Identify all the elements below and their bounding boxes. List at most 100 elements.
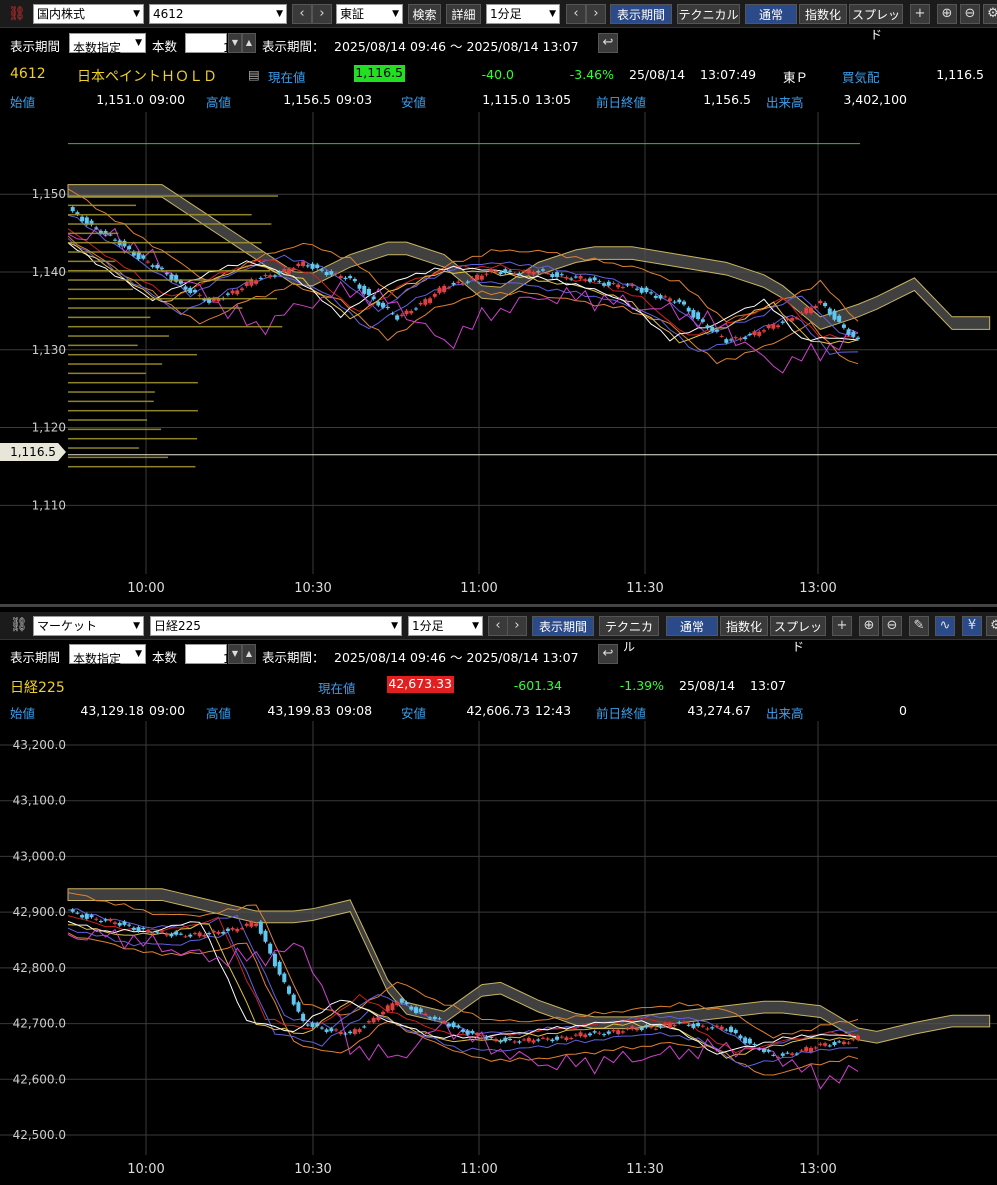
candle-body xyxy=(428,298,433,303)
mode-normal-button[interactable]: 通常 xyxy=(745,4,797,24)
candle-body xyxy=(714,329,719,332)
mode-index-button[interactable]: 指数化 xyxy=(799,4,847,24)
current-price-tag: 1,116.5 xyxy=(0,443,66,461)
candle-body xyxy=(160,267,165,269)
candle-body xyxy=(178,933,183,935)
top-chart[interactable]: 1,150 1,140 1,130 1,120 1,110 10:00 10:30 11:00… xyxy=(0,112,997,604)
candle-body xyxy=(475,1033,480,1036)
pencil-icon[interactable]: ✎ xyxy=(909,616,929,636)
bottom-pane: ⛓ マーケット ▼ 日経225 ▼ 1分足 ▼ ‹ › 表示期間 テクニカル 通常 指… xyxy=(0,604,997,1185)
bollinger-upper-line xyxy=(67,892,859,1039)
y-tick-label: 42,800.0 xyxy=(13,961,66,975)
count-up-icon[interactable]: ▲ xyxy=(242,644,256,664)
zoom-out-icon[interactable]: ⊖ xyxy=(882,616,902,636)
volume-profile-bar xyxy=(68,447,139,449)
next-period-button[interactable]: › xyxy=(507,616,527,636)
prev-period-button[interactable]: ‹ xyxy=(488,616,508,636)
mode-index-button[interactable]: 指数化 xyxy=(720,616,768,636)
candle-body xyxy=(296,263,301,266)
candle-body xyxy=(188,287,193,293)
candle-body xyxy=(446,1023,451,1027)
candle-body xyxy=(677,1022,682,1024)
link-icon[interactable]: ⛓ xyxy=(10,617,28,633)
next-arrow-button[interactable]: › xyxy=(312,4,332,24)
volume-profile-bar xyxy=(68,400,154,403)
count-input[interactable]: 168 xyxy=(185,644,246,666)
candle-body xyxy=(244,923,249,926)
zoom-in-icon[interactable]: ⊕ xyxy=(859,616,879,636)
prev-arrow-button[interactable]: ‹ xyxy=(292,4,312,24)
y-tick-label: 43,100.0 xyxy=(13,794,66,808)
candle-body xyxy=(188,934,193,937)
detail-button[interactable]: 詳細 xyxy=(446,4,481,24)
link-icon[interactable]: ⛓ xyxy=(8,6,26,22)
high-time: 09:03 xyxy=(336,92,373,107)
y-tick-label: 42,700.0 xyxy=(13,1017,66,1031)
market-select[interactable]: 国内株式 ▼ xyxy=(33,4,144,24)
candle-body xyxy=(682,1021,687,1023)
count-down-icon[interactable]: ▼ xyxy=(228,33,242,53)
candle-body xyxy=(672,301,677,303)
index-select[interactable]: 日経225 ▼ xyxy=(150,616,402,636)
candle-body xyxy=(305,1024,310,1026)
memo-icon[interactable]: ▤ xyxy=(248,67,260,82)
count-down-icon[interactable]: ▼ xyxy=(228,644,242,664)
next-period-button[interactable]: › xyxy=(586,4,606,24)
count-input[interactable]: 168 xyxy=(185,33,246,55)
candle-body xyxy=(319,1027,324,1029)
quote-date: 25/08/14 xyxy=(629,67,686,82)
candle-body xyxy=(832,1041,837,1045)
settings-icon[interactable]: ⚙ xyxy=(986,616,997,636)
add-icon[interactable]: + xyxy=(910,4,930,24)
reset-icon[interactable]: ↩ xyxy=(598,644,618,664)
settings-icon[interactable]: ⚙ xyxy=(983,4,997,24)
technical-button[interactable]: テクニカル xyxy=(599,616,659,654)
candle-body xyxy=(329,1028,334,1032)
candle-body xyxy=(381,302,386,308)
range-value: 2025/08/14 09:46 〜 2025/08/14 13:07 xyxy=(334,39,579,54)
candle-body xyxy=(649,292,654,294)
zoom-out-icon[interactable]: ⊖ xyxy=(960,4,980,24)
mode-normal-button[interactable]: 通常 xyxy=(666,616,718,636)
candle-body xyxy=(851,331,856,337)
current-value: 42,673.33 xyxy=(387,676,454,693)
interval-select[interactable]: 1分足 ▼ xyxy=(486,4,560,24)
zoom-in-icon[interactable]: ⊕ xyxy=(937,4,957,24)
mode-spread-button[interactable]: スプレッド xyxy=(849,4,903,42)
low-label: 安値 xyxy=(401,95,427,110)
technical-button[interactable]: テクニカル xyxy=(677,4,740,24)
candle-body xyxy=(409,1006,414,1010)
period-mode-select[interactable]: 本数指定 ▼ xyxy=(69,33,146,55)
volume-profile-bar xyxy=(68,363,163,365)
candle-body xyxy=(639,287,644,293)
high-value: 1,156.5 xyxy=(283,92,331,107)
candle-body xyxy=(545,1038,550,1040)
display-period-button[interactable]: 表示期間 xyxy=(532,616,594,636)
code-input[interactable]: 4612 ▼ xyxy=(149,4,287,24)
period-mode-select[interactable]: 本数指定 ▼ xyxy=(69,644,146,666)
y-tick-label: 42,600.0 xyxy=(13,1072,66,1086)
exchange-select[interactable]: 東証 ▼ xyxy=(336,4,403,24)
reset-icon[interactable]: ↩ xyxy=(598,33,618,53)
interval-select[interactable]: 1分足 ▼ xyxy=(408,616,483,636)
candle-body xyxy=(517,273,522,275)
yen-icon[interactable]: ¥ xyxy=(962,616,982,636)
line-chart-icon[interactable]: ∿ xyxy=(935,616,955,636)
search-button[interactable]: 検索 xyxy=(408,4,441,24)
candle-body xyxy=(757,1048,762,1050)
prev-period-button[interactable]: ‹ xyxy=(566,4,586,24)
candle-body xyxy=(498,1040,503,1043)
candle-body xyxy=(272,953,277,967)
count-up-icon[interactable]: ▲ xyxy=(242,33,256,53)
top-pane: ⛓ 国内株式 ▼ 4612 ▼ ‹ › 東証 ▼ 検索 詳細 1分足 ▼ ‹ › 表示期… xyxy=(0,0,997,604)
mode-spread-button[interactable]: スプレッド xyxy=(770,616,826,654)
top-ohlc-row: 始値 1,151.0 09:00 高値 1,156.5 09:03 安値 1,1… xyxy=(0,87,997,112)
candle-body xyxy=(832,310,837,320)
display-period-button[interactable]: 表示期間 xyxy=(610,4,672,24)
candle-body xyxy=(700,319,705,322)
current-value: 1,116.5 xyxy=(354,65,405,82)
market-select[interactable]: マーケット ▼ xyxy=(33,616,144,636)
candle-body xyxy=(183,286,188,290)
add-icon[interactable]: + xyxy=(832,616,852,636)
bottom-chart[interactable]: 43,200.0 43,100.0 43,000.0 42,900.0 42,800.0… xyxy=(0,721,997,1185)
